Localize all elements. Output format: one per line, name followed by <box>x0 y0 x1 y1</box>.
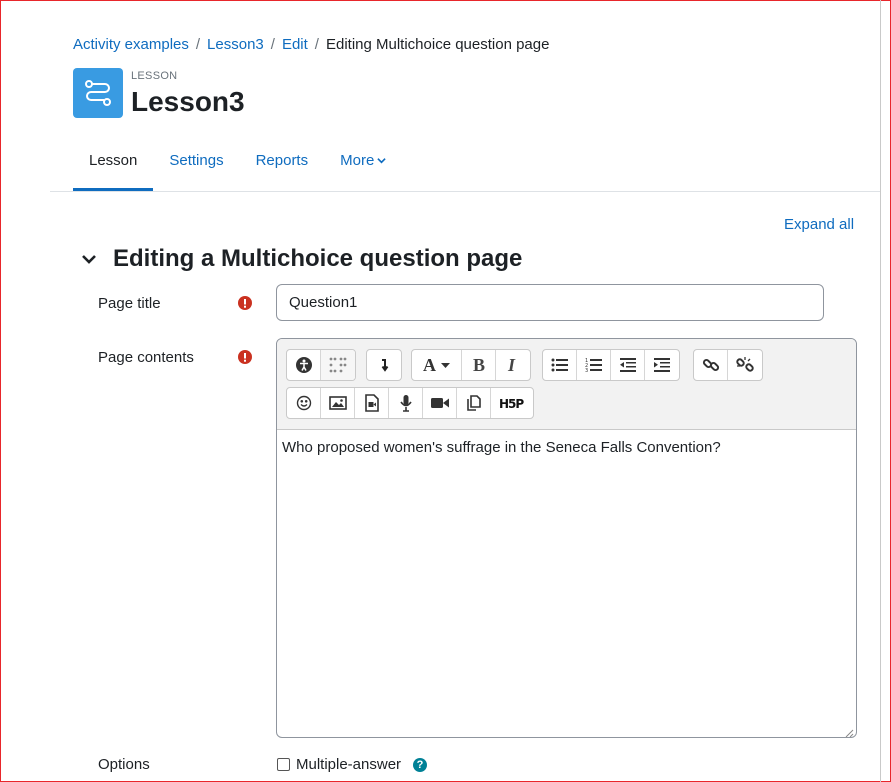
breadcrumb-edit[interactable]: Edit <box>282 36 308 53</box>
page-title: Lesson3 <box>131 86 245 117</box>
required-icon <box>238 350 252 364</box>
breadcrumb-separator: / <box>195 36 201 53</box>
indent-icon <box>654 358 670 372</box>
italic-button[interactable]: I <box>496 350 530 380</box>
screenreader-helper-button[interactable] <box>321 350 355 380</box>
microphone-icon <box>399 395 412 412</box>
insert-media-button[interactable] <box>355 388 389 418</box>
manage-files-button[interactable] <box>457 388 491 418</box>
ordered-list-button[interactable]: 123 <box>577 350 611 380</box>
options-label: Options <box>98 756 150 773</box>
chevron-down-icon <box>377 152 386 169</box>
module-label: LESSON <box>131 70 178 82</box>
tab-reports-label: Reports <box>255 152 309 169</box>
breadcrumb-lesson3[interactable]: Lesson3 <box>207 36 264 53</box>
tab-reports[interactable]: Reports <box>240 140 325 191</box>
insert-h5p-button[interactable]: H5P <box>491 388 533 418</box>
numbered-list-icon: 123 <box>585 358 602 373</box>
tab-more-label: More <box>340 152 375 169</box>
tab-settings[interactable]: Settings <box>153 140 239 191</box>
arrow-down-icon <box>381 359 389 372</box>
bold-button[interactable]: B <box>462 350 496 380</box>
svg-text:B: B <box>473 356 485 374</box>
svg-text:3: 3 <box>585 368 588 373</box>
unlink-icon <box>736 357 754 372</box>
unlink-button[interactable] <box>728 350 762 380</box>
show-more-buttons-button[interactable] <box>367 350 401 380</box>
breadcrumb-separator: / <box>270 36 275 53</box>
toolbar-group-media: H5P <box>286 387 534 419</box>
resize-handle-icon[interactable] <box>844 725 854 737</box>
multiple-answer-label[interactable]: Multiple-answer <box>296 756 401 773</box>
link-icon <box>702 358 719 372</box>
breadcrumb-current: Editing Multichoice question page <box>325 36 550 53</box>
svg-text:H5P: H5P <box>499 397 524 410</box>
lesson-path-icon <box>73 68 123 118</box>
section-title: Editing a Multichoice question page <box>113 245 523 272</box>
svg-text:I: I <box>507 356 516 374</box>
outdent-button[interactable] <box>611 350 645 380</box>
svg-text:A: A <box>423 356 436 374</box>
link-button[interactable] <box>694 350 728 380</box>
breadcrumb-separator: / <box>314 36 319 53</box>
outdent-icon <box>619 358 636 372</box>
toolbar-group-accessibility <box>286 349 356 381</box>
emoji-button[interactable] <box>287 388 321 418</box>
h5p-icon: H5P <box>499 397 525 410</box>
collapse-chevron-icon[interactable] <box>80 250 98 268</box>
multiple-answer-checkbox[interactable] <box>277 758 290 771</box>
expand-all-link[interactable]: Expand all <box>784 216 854 233</box>
accessibility-icon <box>295 357 312 373</box>
italic-icon: I <box>507 356 516 374</box>
record-audio-button[interactable] <box>389 388 423 418</box>
editor-toolbar: A B I 123 H5P <box>277 339 856 430</box>
unordered-list-button[interactable] <box>543 350 577 380</box>
insert-image-button[interactable] <box>321 388 355 418</box>
secondary-nav: Lesson Settings Reports More <box>73 140 402 191</box>
editor-content-area[interactable]: Who proposed women's suffrage in the Sen… <box>277 430 856 466</box>
emoji-icon <box>296 395 311 411</box>
tabs-divider <box>50 191 880 192</box>
page-contents-label: Page contents <box>98 349 194 366</box>
required-icon <box>238 296 252 310</box>
tab-lesson-label: Lesson <box>89 152 138 169</box>
breadcrumb: Activity examples / Lesson3 / Edit / Editing M… <box>73 36 549 53</box>
bullet-list-icon <box>551 358 568 372</box>
help-question-icon[interactable]: ? <box>413 758 427 772</box>
tab-lesson[interactable]: Lesson <box>73 140 154 191</box>
toolbar-group-lists: 123 <box>542 349 680 381</box>
tab-more[interactable]: More <box>324 140 402 191</box>
record-video-button[interactable] <box>423 388 457 418</box>
breadcrumb-activity-examples[interactable]: Activity examples <box>73 36 189 53</box>
toolbar-group-style: A B I <box>411 349 531 381</box>
accessibility-checker-button[interactable] <box>287 350 321 380</box>
video-camera-icon <box>430 398 449 408</box>
scroll-edge <box>880 0 881 782</box>
tab-settings-label: Settings <box>169 152 224 169</box>
image-icon <box>328 396 347 410</box>
toolbar-group-collapse <box>366 349 402 381</box>
paragraph-styles-button[interactable]: A <box>412 350 462 380</box>
bold-icon: B <box>473 356 485 374</box>
indent-button[interactable] <box>645 350 679 380</box>
toolbar-group-links <box>693 349 763 381</box>
copy-files-icon <box>466 395 481 411</box>
page-title-input[interactable] <box>276 284 824 321</box>
font-style-icon: A <box>423 356 450 374</box>
media-file-icon <box>364 394 379 412</box>
page-contents-editor: A B I 123 H5P Who proposed women's suffr… <box>276 338 857 738</box>
page-title-label: Page title <box>98 295 161 312</box>
braille-icon <box>329 357 347 373</box>
